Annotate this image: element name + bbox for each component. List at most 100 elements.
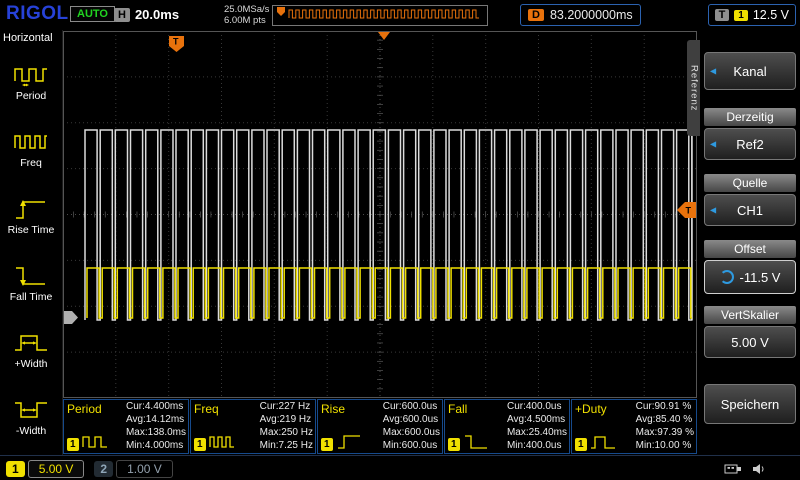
memory-depth: 6.00M pts [224, 15, 269, 26]
ch1-scale-value[interactable]: 5.00 V [28, 460, 85, 478]
measurement-panel-period[interactable]: Period Cur:4.400ms Avg:14.12ms Max:138.0… [63, 399, 189, 454]
measurement-value: Cur:600.0us [383, 400, 440, 413]
measurement-source: 1 [321, 433, 362, 451]
measurement-values: Cur:90.91 % Avg:85.40 % Max:97.39 % Min:… [636, 400, 694, 452]
horizontal-group[interactable]: H 20.0ms [114, 7, 179, 22]
measurement-value: Min:600.0us [383, 439, 440, 452]
freq-icon [13, 129, 49, 155]
soft-menu: ◀ Kanal Derzeitig ◀ Ref2 Quelle ◀ CH1 Of… [700, 30, 800, 455]
menu-item-label: +Width [15, 359, 48, 370]
measurement-value: Avg:4.500ms [507, 413, 567, 426]
menu-item-rise-time[interactable]: Rise Time [0, 182, 62, 249]
menu-item-label: -Width [16, 426, 46, 437]
measurement-value: Avg:85.40 % [636, 413, 694, 426]
acquisition-info: 25.0MSa/s 6.00M pts [224, 4, 269, 26]
timebase-value: 20.0ms [135, 7, 179, 22]
measurement-label: Period [67, 402, 102, 416]
status-icons [724, 463, 766, 475]
period-icon [82, 433, 108, 451]
measurement-panel-duty[interactable]: +Duty Cur:90.91 % Avg:85.40 % Max:97.39 … [571, 399, 697, 454]
vertskalier-value-label: 5.00 V [731, 335, 769, 350]
measurement-value: Avg:600.0us [383, 413, 440, 426]
menu-item-fall-time[interactable]: Fall Time [0, 249, 62, 316]
measurement-label: Fall [448, 402, 467, 416]
menu-item-period[interactable]: Period [0, 48, 62, 115]
vertskalier-button[interactable]: 5.00 V [704, 326, 796, 358]
menu-item-pwidth[interactable]: +Width [0, 316, 62, 383]
trigger-source-flag-icon: 1 [734, 10, 748, 21]
measurement-source: 1 [575, 433, 616, 451]
source-channel-badge: 1 [67, 438, 79, 451]
graticule: TT [63, 31, 697, 398]
rise-time-icon [13, 196, 49, 222]
ch2-badge[interactable]: 2 [94, 461, 113, 477]
menu-item-freq[interactable]: Freq [0, 115, 62, 182]
ref2-button[interactable]: ◀ Ref2 [704, 128, 796, 160]
menu-item-label: Period [16, 91, 46, 102]
measurement-value: Cur:90.91 % [636, 400, 694, 413]
quelle-value-label: CH1 [737, 203, 763, 218]
measurement-value: Cur:4.400ms [126, 400, 186, 413]
preview-waveform [273, 6, 485, 23]
quelle-ch1-button[interactable]: ◀ CH1 [704, 194, 796, 226]
measurement-label: Freq [194, 402, 219, 416]
source-channel-badge: 1 [321, 438, 333, 451]
measurement-panel-freq[interactable]: Freq Cur:227 Hz Avg:219 Hz Max:250 Hz Mi… [190, 399, 316, 454]
measurement-value: Max:25.40ms [507, 426, 567, 439]
measurement-value: Max:600.0us [383, 426, 440, 439]
measurement-label: Rise [321, 402, 345, 416]
menu-item-nwidth[interactable]: -Width [0, 383, 62, 450]
rotate-knob-icon [720, 270, 734, 284]
trigger-badge: T [715, 9, 730, 21]
measurement-value: Min:4.000ms [126, 439, 186, 452]
measurement-bar: Period Cur:4.400ms Avg:14.12ms Max:138.0… [63, 399, 697, 454]
freq-icon [209, 433, 235, 451]
kanal-button[interactable]: ◀ Kanal [704, 52, 796, 90]
measurement-values: Cur:227 Hz Avg:219 Hz Max:250 Hz Min:7.2… [260, 400, 313, 452]
h-badge: H [114, 8, 130, 22]
waveform-position-preview [272, 5, 488, 26]
measurement-value: Cur:400.0us [507, 400, 567, 413]
fall-time-icon [13, 263, 49, 289]
ref2-trace [85, 130, 692, 320]
menu-arrow-icon: ◀ [710, 67, 716, 76]
top-bar: RIGOL AUTO H 20.0ms 25.0MSa/s 6.00M pts … [0, 0, 800, 30]
trigger-level-value: 12.5 V [753, 8, 789, 22]
measurement-source: 1 [67, 433, 108, 451]
usb-icon [724, 463, 742, 475]
measurement-value: Max:250 Hz [260, 426, 313, 439]
delay-value: 83.2000000ms [550, 8, 633, 22]
trigger-group[interactable]: T 1 12.5 V [708, 4, 796, 26]
menu-item-label: Fall Time [10, 292, 53, 303]
rise-time-icon [336, 433, 362, 451]
waveform-display: TT [63, 31, 697, 398]
measurement-panel-rise[interactable]: Rise Cur:600.0us Avg:600.0us Max:600.0us… [317, 399, 443, 454]
measurement-source: 1 [448, 433, 489, 451]
measurement-panel-fall[interactable]: Fall Cur:400.0us Avg:4.500ms Max:25.40ms… [444, 399, 570, 454]
measurement-value: Min:7.25 Hz [260, 439, 313, 452]
ch2-scale-value[interactable]: 1.00 V [116, 460, 173, 478]
measurement-source: 1 [194, 433, 235, 451]
speichern-button[interactable]: Speichern [704, 384, 796, 424]
offset-value-label: -11.5 V [740, 270, 781, 285]
sample-rate: 25.0MSa/s [224, 4, 269, 15]
kanal-label: Kanal [733, 64, 766, 79]
preview-position-marker [277, 7, 285, 16]
speaker-icon [752, 463, 766, 475]
offset-button[interactable]: -11.5 V [704, 260, 796, 294]
svg-text:T: T [686, 206, 692, 216]
offset-label: Offset [704, 240, 796, 258]
svg-text:T: T [173, 37, 179, 47]
source-channel-badge: 1 [194, 438, 206, 451]
measurement-values: Cur:400.0us Avg:4.500ms Max:25.40ms Min:… [507, 400, 567, 452]
minus-width-icon [13, 397, 49, 423]
fall-time-icon [463, 433, 489, 451]
plus-duty-icon [590, 433, 616, 451]
source-channel-badge: 1 [575, 438, 587, 451]
menu-item-label: Freq [20, 158, 42, 169]
measurement-value: Avg:219 Hz [260, 413, 313, 426]
ch1-badge[interactable]: 1 [6, 461, 25, 477]
tab-referenz[interactable]: Referenz [687, 40, 701, 136]
delay-group[interactable]: D 83.2000000ms [520, 4, 641, 26]
measure-menu: Horizontal Period Freq Rise Time [0, 30, 63, 455]
